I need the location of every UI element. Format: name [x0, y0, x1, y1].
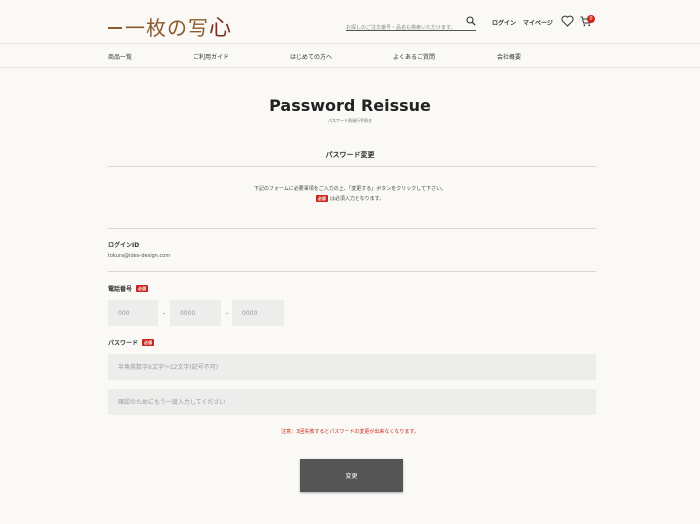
phone-field-1[interactable] [108, 300, 158, 326]
phone-field-3[interactable] [232, 300, 284, 326]
search-input[interactable] [346, 21, 464, 35]
logo-dash [108, 27, 122, 29]
main-nav: 商品一覧 ご利用ガイド はじめての方へ よくあるご質問 会社概要 [0, 44, 700, 68]
required-badge: 必須 [315, 195, 328, 202]
search-icon[interactable] [466, 16, 476, 26]
password-input[interactable] [108, 354, 596, 380]
phone-label: 電話番号 必須 [108, 284, 150, 293]
login-link[interactable]: ログイン [492, 18, 516, 27]
phone-label-text: 電話番号 [108, 286, 133, 293]
password-label-text: パスワード [108, 340, 139, 347]
login-id-value: tokura@idex-design.com [108, 253, 171, 259]
site-header: 一枚の写心 ログイン マイページ 0 [0, 0, 700, 44]
nav-item-faq[interactable]: よくあるご質問 [393, 52, 435, 61]
required-legend: 必須 は必須入力となります。 [0, 195, 700, 202]
nav-item-first-time[interactable]: はじめての方へ [290, 52, 332, 61]
login-id-label-text: ログインID [108, 242, 140, 249]
required-badge: 必須 [136, 285, 149, 292]
phone-field-2[interactable] [170, 300, 221, 326]
nav-item-products[interactable]: 商品一覧 [108, 52, 132, 61]
password-label: パスワード 必須 [108, 338, 156, 347]
phone-separator: - [163, 310, 166, 317]
required-legend-text: は必須入力となります。 [329, 196, 385, 202]
site-logo[interactable]: 一枚の写心 [108, 10, 232, 42]
section-divider [108, 166, 596, 167]
warning-note: 注意：3回失敗するとパスワードの変更が出来なくなります。 [281, 429, 419, 435]
password-confirm-input[interactable] [108, 389, 596, 415]
required-badge: 必須 [142, 339, 155, 346]
search-bar [346, 14, 476, 35]
nav-item-company[interactable]: 会社概要 [497, 52, 521, 61]
form-divider-top [108, 228, 596, 229]
submit-button[interactable]: 変更 [300, 459, 403, 492]
form-instructions: 下記のフォームに必要事項をご入力の上、「変更する」ボタンをクリックして下さい。 [253, 186, 447, 192]
mypage-link[interactable]: マイページ [523, 18, 553, 27]
section-title: パスワード変更 [325, 151, 375, 159]
logo-text-accent: 心 [209, 16, 233, 41]
form-divider-login [108, 271, 596, 272]
logo-text: 一枚の写 [125, 16, 209, 40]
phone-separator: - [226, 310, 229, 317]
cart-count-badge: 0 [587, 15, 595, 23]
page-title: Password Reissue [269, 96, 431, 115]
login-id-label: ログインID [108, 240, 139, 249]
nav-item-guide[interactable]: ご利用ガイド [193, 52, 229, 61]
heart-icon[interactable] [561, 15, 574, 27]
page-subtitle: パスワード再発行手続き [328, 118, 372, 123]
